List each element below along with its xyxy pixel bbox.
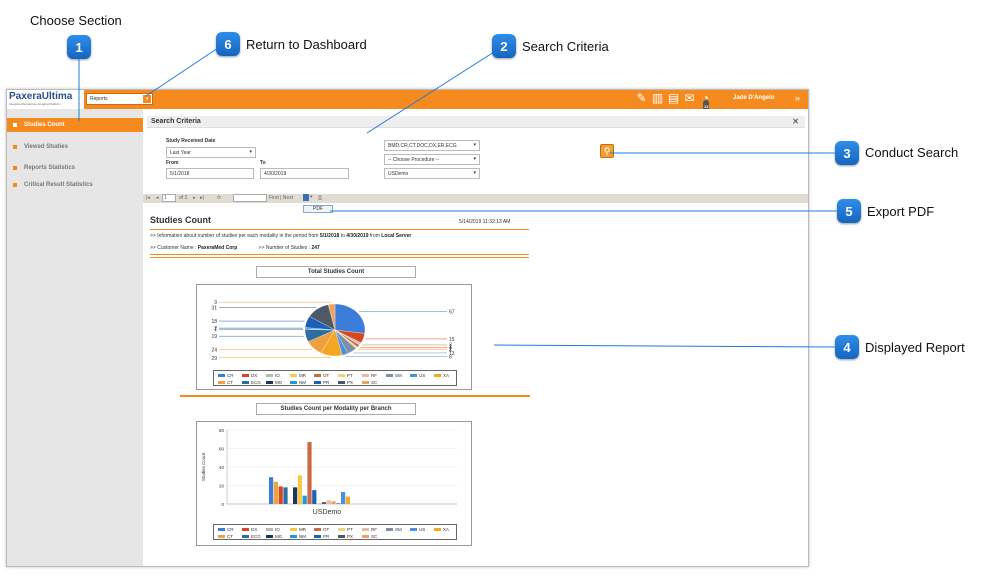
callout-line-6 [145,47,219,97]
callout-line-4 [493,344,836,348]
callout-lines [78,47,837,348]
callout-line-2 [366,51,495,134]
